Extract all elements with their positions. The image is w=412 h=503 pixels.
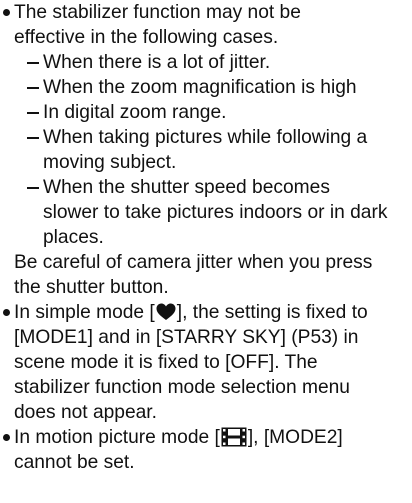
case-item: When taking pictures while following a — [43, 127, 368, 148]
jitter-caution-line-1: Be careful of camera jitter when you pre… — [14, 252, 373, 273]
case-item: When the zoom magnification is high — [43, 77, 357, 98]
simple-mode-text-before: In simple mode [ — [14, 302, 155, 323]
dash-marker — [27, 137, 39, 139]
simple-mode-line-5: does not appear. — [14, 402, 157, 423]
stabilizer-note-line-1: The stabilizer function may not be — [14, 2, 301, 23]
simple-mode-line-3: scene mode it is fixed to [OFF]. The — [14, 352, 318, 373]
bullet-dot — [3, 434, 10, 441]
stabilizer-note-line-2: effective in the following cases. — [14, 27, 279, 48]
simple-mode-text-after: ], the setting is fixed to — [176, 302, 368, 323]
case-item: When there is a lot of jitter. — [43, 52, 271, 73]
dash-marker — [27, 62, 39, 64]
motion-picture-text-before: In motion picture mode [ — [14, 427, 220, 448]
dash-marker — [27, 187, 39, 189]
dash-marker — [27, 112, 39, 114]
motion-picture-text-after: ], [MODE2] — [247, 427, 343, 448]
case-item-continued: places. — [43, 227, 104, 248]
film-icon — [221, 427, 247, 454]
case-item: When the shutter speed becomes — [43, 177, 330, 198]
simple-mode-line-1: In simple mode [ ], the setting is fixed … — [14, 300, 368, 328]
case-item: In digital zoom range. — [43, 102, 227, 123]
jitter-caution-line-2: the shutter button. — [14, 277, 169, 298]
dash-marker — [27, 87, 39, 89]
bullet-dot — [3, 309, 10, 316]
simple-mode-line-4: stabilizer function mode selection menu — [14, 377, 350, 398]
case-item-continued: moving subject. — [43, 152, 177, 173]
bullet-dot — [3, 9, 10, 16]
motion-picture-line-2: cannot be set. — [14, 452, 135, 473]
manual-page: The stabilizer function may not be effec… — [0, 0, 412, 503]
simple-mode-line-2: [MODE1] and in [STARRY SKY] (P53) in — [14, 327, 359, 348]
case-item-continued: slower to take pictures indoors or in da… — [43, 202, 388, 223]
